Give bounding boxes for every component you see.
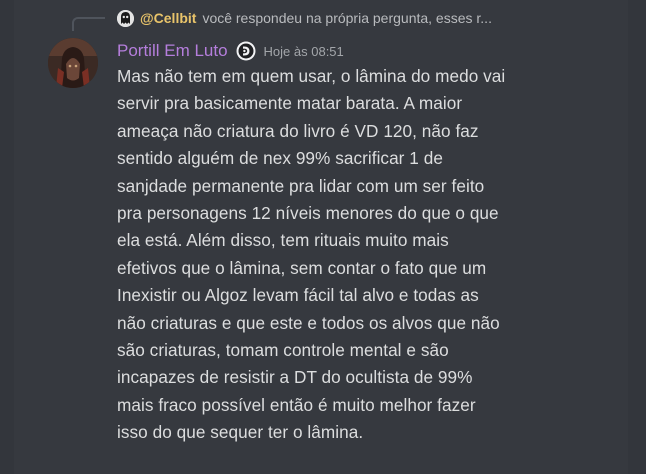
replied-message-preview[interactable]: @Cellbit você respondeu na própria pergu…: [117, 8, 492, 28]
message-line: pra personagens 12 níveis menores do que…: [117, 203, 499, 224]
message-line: Inexistir ou Algoz levam fácil tal alvo …: [117, 285, 479, 306]
user-avatar[interactable]: [48, 38, 98, 88]
message-line: ameaça não criatura do livro é VD 120, n…: [117, 120, 479, 141]
message-line: são criaturas, tomam controle mental e s…: [117, 340, 449, 361]
message-line: mais fraco possível então é muito melhor…: [117, 394, 476, 415]
timestamp[interactable]: Hoje às 08:51: [264, 44, 344, 59]
username[interactable]: Portill Em Luto: [117, 41, 228, 61]
message-line: sanjdade permanente pra lidar com um ser…: [117, 175, 485, 196]
reply-text[interactable]: você respondeu na própria pergunta, esse…: [202, 10, 492, 26]
message-line: servir pra basicamente matar barata. A m…: [117, 93, 463, 114]
role-badge-icon[interactable]: [236, 41, 256, 61]
message-line: efetivos que o lâmina, sem contar o fato…: [117, 257, 487, 278]
message-content: Mas não tem em quem usar, o lâmina do me…: [117, 63, 617, 447]
reply-avatar-icon[interactable]: [117, 9, 134, 27]
message-line: não criaturas e que este e todos os alvo…: [117, 312, 500, 333]
message-line: sentido alguém de nex 99% sacrificar 1 d…: [117, 148, 443, 169]
message-line: incapazes de resistir a DT do ocultista …: [117, 367, 473, 388]
message-line: Mas não tem em quem usar, o lâmina do me…: [117, 66, 506, 86]
reply-author[interactable]: @Cellbit: [140, 10, 196, 26]
scrollbar-track[interactable]: [628, 0, 646, 474]
message-header: Portill Em Luto Hoje às 08:51: [117, 40, 344, 62]
reply-connector: [72, 17, 105, 31]
message-line: isso do que sequer ter o lâmina.: [117, 422, 364, 443]
message-line: ela está. Além disso, tem rituais muito …: [117, 230, 449, 251]
channel-left-edge: [0, 0, 14, 474]
